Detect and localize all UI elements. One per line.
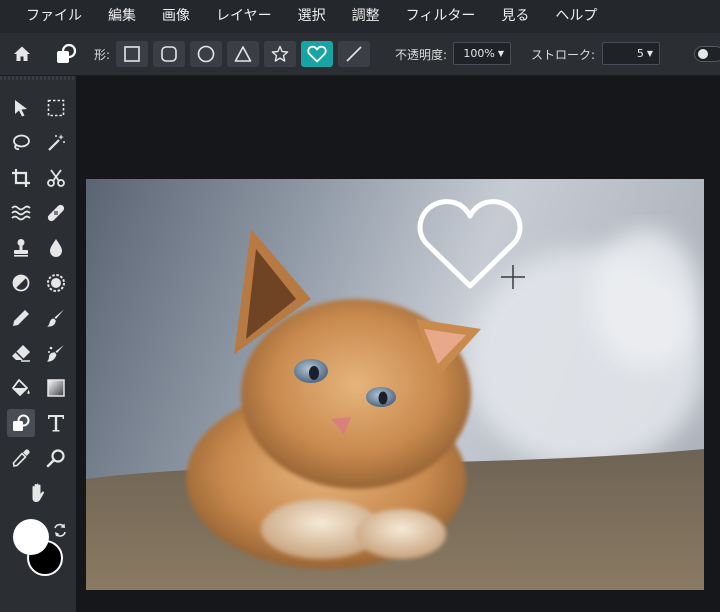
triangle-icon: [234, 46, 252, 62]
tool-move[interactable]: [7, 94, 35, 122]
tool-hand[interactable]: [24, 479, 52, 507]
sponge-icon: [47, 274, 65, 292]
shape-rectangle-button[interactable]: [116, 41, 148, 67]
menu-bar: ファイル 編集 画像 レイヤー 選択 調整 フィルター 見る ヘルプ: [0, 0, 720, 33]
tool-pencil[interactable]: [7, 304, 35, 332]
move-icon: [15, 100, 27, 117]
tool-cut[interactable]: [42, 164, 70, 192]
menu-adjust[interactable]: 調整: [339, 0, 393, 33]
tool-dodge[interactable]: [7, 269, 35, 297]
home-icon: [14, 46, 30, 61]
toggle-switch[interactable]: [694, 46, 720, 62]
shape-rounded-rectangle-button[interactable]: [153, 41, 185, 67]
sidebar-grip[interactable]: [0, 76, 76, 80]
tool-eraser[interactable]: [7, 339, 35, 367]
stamp-icon: [14, 239, 28, 257]
current-tool-indicator: [50, 38, 82, 70]
stroke-value: 5: [636, 47, 644, 60]
menu-filter[interactable]: フィルター: [393, 0, 489, 33]
tool-zoom[interactable]: [42, 444, 70, 472]
star-icon: [271, 45, 289, 62]
tool-marquee[interactable]: [42, 94, 70, 122]
options-toolbar: 形: 不透明度: 100% ▼ ストローク: 5 ▼: [0, 33, 720, 76]
shape-label: 形:: [94, 48, 111, 62]
menu-file[interactable]: ファイル: [0, 0, 95, 33]
menu-view[interactable]: 見る: [488, 0, 542, 33]
stroke-dropdown[interactable]: 5 ▼: [602, 42, 660, 65]
home-button[interactable]: [6, 38, 38, 70]
heart-icon: [307, 45, 327, 63]
tool-fill-bucket[interactable]: [7, 374, 35, 402]
menu-image[interactable]: 画像: [149, 0, 203, 33]
menu-help[interactable]: ヘルプ: [542, 0, 610, 33]
tool-eyedropper[interactable]: [7, 444, 35, 472]
fill-bucket-icon: [12, 379, 30, 396]
liquify-icon: [11, 205, 31, 221]
tool-stamp[interactable]: [7, 234, 35, 262]
shape-heart-button[interactable]: [301, 41, 333, 67]
smudge-icon: [47, 345, 64, 362]
opacity-dropdown[interactable]: 100% ▼: [453, 42, 511, 65]
tools-sidebar: [0, 76, 76, 612]
chevron-down-icon: ▼: [646, 49, 653, 58]
tool-magic-wand[interactable]: [42, 129, 70, 157]
shape-tool-icon: [57, 43, 77, 63]
line-icon: [346, 46, 362, 62]
dodge-icon: [12, 274, 30, 292]
tool-sponge[interactable]: [42, 269, 70, 297]
tool-blur[interactable]: [42, 234, 70, 262]
menu-layer[interactable]: レイヤー: [203, 0, 285, 33]
swap-colors-button[interactable]: [52, 522, 68, 538]
magic-wand-icon: [48, 134, 65, 151]
menu-edit[interactable]: 編集: [95, 0, 149, 33]
tool-text[interactable]: [42, 409, 70, 437]
image-canvas[interactable]: [86, 179, 704, 590]
cut-icon: [47, 169, 65, 187]
tool-brush[interactable]: [42, 304, 70, 332]
zoom-icon: [46, 449, 65, 468]
swap-icon: [54, 523, 66, 537]
lasso-icon: [13, 134, 30, 151]
eraser-icon: [12, 345, 30, 362]
opacity-label: 不透明度:: [395, 48, 448, 62]
circle-icon: [197, 45, 215, 63]
foreground-color-swatch[interactable]: [13, 519, 49, 555]
tool-shape[interactable]: [7, 409, 35, 437]
tool-crop[interactable]: [7, 164, 35, 192]
menu-select[interactable]: 選択: [285, 0, 339, 33]
crop-icon: [12, 169, 30, 187]
opacity-value: 100%: [463, 47, 495, 60]
eyedropper-icon: [12, 449, 30, 467]
chevron-down-icon: ▼: [497, 49, 504, 58]
shape-line-button[interactable]: [338, 41, 370, 67]
tool-smudge[interactable]: [42, 339, 70, 367]
brush-icon: [47, 309, 64, 327]
shape-circle-button[interactable]: [190, 41, 222, 67]
blur-icon: [50, 239, 62, 257]
tool-gradient[interactable]: [42, 374, 70, 402]
kitten-photo: [86, 179, 704, 590]
tool-liquify[interactable]: [7, 199, 35, 227]
marquee-icon: [47, 99, 65, 117]
shape-triangle-button[interactable]: [227, 41, 259, 67]
tool-heal[interactable]: [42, 199, 70, 227]
rounded-rectangle-icon: [161, 46, 177, 62]
text-icon: [48, 415, 64, 432]
shape-star-button[interactable]: [264, 41, 296, 67]
shape-tool-icon: [13, 414, 30, 431]
toggle-knob: [698, 49, 708, 59]
hand-icon: [32, 483, 45, 502]
rectangle-icon: [124, 46, 140, 62]
heal-icon: [47, 204, 65, 222]
tool-lasso[interactable]: [7, 129, 35, 157]
gradient-icon: [47, 379, 65, 397]
stroke-label: ストローク:: [531, 48, 596, 62]
pencil-icon: [13, 310, 29, 326]
